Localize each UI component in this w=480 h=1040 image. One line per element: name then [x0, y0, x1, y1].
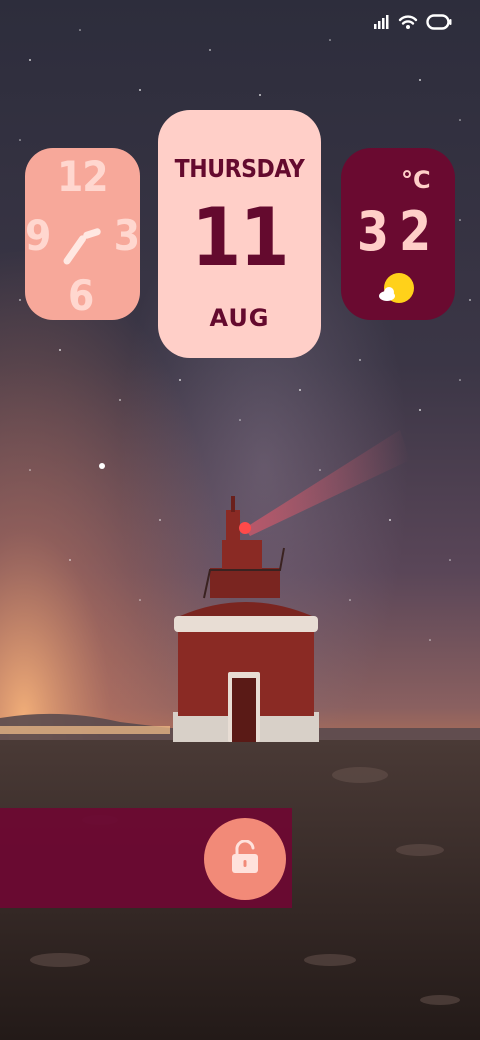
signal-bars-icon: [374, 15, 390, 29]
clock-number-6: 6: [68, 271, 95, 320]
clock-minute-hand: [82, 227, 102, 240]
clock-number-12: 12: [57, 152, 109, 201]
unlock-button[interactable]: [204, 818, 286, 900]
date-number: 11: [191, 191, 289, 284]
temperature-value: 32: [357, 200, 442, 263]
unlock-padlock-icon: [230, 839, 260, 878]
date-widget[interactable]: THURSDAY 11 AUG: [158, 110, 321, 358]
clock-widget[interactable]: 12 9 3 6: [25, 148, 140, 320]
clock-number-3: 3: [113, 211, 140, 260]
temperature-unit: °C: [401, 166, 431, 194]
date-day-label: THURSDAY: [174, 154, 305, 183]
clock-hour-hand: [62, 233, 88, 266]
weather-widget[interactable]: °C 32: [341, 148, 455, 320]
status-bar: [374, 14, 452, 30]
wifi-icon: [398, 14, 418, 30]
partly-sunny-icon: [377, 272, 417, 312]
date-month-label: AUG: [209, 304, 270, 332]
clock-number-9: 9: [25, 211, 52, 260]
battery-icon: [426, 14, 452, 30]
